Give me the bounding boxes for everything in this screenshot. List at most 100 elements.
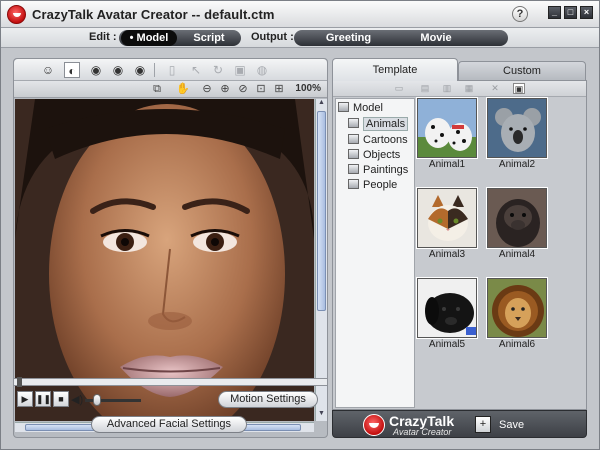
delete-icon[interactable]: ✕ (489, 83, 501, 94)
tree-root[interactable]: Model (338, 101, 383, 115)
tab-model[interactable]: Model (121, 30, 177, 46)
eye-blink-icon[interactable]: ◉ (132, 62, 148, 78)
eye-mask-icon[interactable]: ◉ (110, 62, 126, 78)
tree-item-cartoons[interactable]: Cartoons (348, 133, 408, 147)
fit-window-icon[interactable]: ⊡ (254, 82, 268, 96)
face-tools-toolbar: ☺ ◐ ◉ ◉ ◉ ▯ ↖ ↻ ▣ ◍ (14, 59, 327, 81)
add-icon[interactable]: ▤ (419, 83, 431, 94)
actual-size-icon[interactable]: ⊞ (272, 82, 286, 96)
paste-icon[interactable]: ▦ (463, 83, 475, 94)
mode-bar: Edit : Model Script Output : Greeting Mo… (1, 28, 599, 48)
template-thumbnail[interactable]: Animal6 (486, 277, 548, 350)
template-gallery: Animal1 Animal2 Animal3 Animal4 Animal5 … (416, 97, 585, 408)
tree-item-animals[interactable]: Animals (348, 117, 409, 131)
folder-icon (348, 164, 359, 174)
folder-icon (338, 102, 349, 112)
maximize-button[interactable]: □ (564, 6, 577, 19)
brand-subtitle: Avatar Creator (393, 427, 452, 437)
template-label: Animal1 (428, 159, 466, 170)
tree-item-label: Cartoons (363, 134, 408, 146)
library-toolbar: ▭ ▤ ▥ ▦ ✕ ▣ (333, 81, 586, 97)
toolbar-separator (154, 63, 155, 77)
timeline-knob[interactable] (17, 377, 22, 387)
template-label: Animal2 (498, 159, 536, 170)
rotate-icon[interactable]: ↻ (210, 62, 226, 78)
stop-icon[interactable]: ■ (53, 391, 69, 407)
face-orientation-icon[interactable]: ◐ (64, 62, 80, 78)
title-bar[interactable]: CrazyTalk Avatar Creator -- default.ctm … (1, 1, 599, 28)
output-label: Output : (251, 31, 294, 43)
template-thumbnail[interactable]: Animal3 (416, 187, 478, 260)
tab-template[interactable]: Template (332, 58, 458, 81)
save-button[interactable]: Save (499, 419, 524, 431)
template-label: Animal5 (428, 339, 466, 350)
tab-custom[interactable]: Custom (458, 61, 586, 80)
cat-icon (416, 187, 478, 249)
reset-icon[interactable]: ⊘ (236, 82, 250, 96)
template-library-panel: Template Custom ▭ ▤ ▥ ▦ ✕ ▣ Model Animal… (332, 58, 587, 438)
close-button[interactable]: × (580, 6, 593, 19)
zoom-level: 100% (295, 83, 321, 94)
folder-icon (348, 149, 359, 159)
folder-icon (348, 118, 359, 128)
tree-item-objects[interactable]: Objects (348, 148, 400, 162)
koala-icon (486, 97, 548, 159)
vertical-scrollbar[interactable]: ▲ ▼ (315, 99, 327, 421)
tree-item-label: Objects (363, 149, 401, 161)
category-tree: Model Animals Cartoons Objects Paintings… (335, 98, 415, 408)
advanced-facial-settings-button[interactable]: Advanced Facial Settings (91, 416, 247, 433)
eye-setting-icon[interactable]: ◉ (88, 62, 104, 78)
face-fitting-icon[interactable]: ☺ (40, 62, 56, 78)
thumbnail-view-icon[interactable]: ▣ (513, 83, 525, 94)
dalmatians-icon (416, 97, 478, 159)
scroll-down-icon[interactable]: ▼ (317, 410, 326, 420)
preview-timeline[interactable] (13, 377, 328, 387)
folder-icon (348, 134, 359, 144)
fit-view-icon[interactable]: ⧉ (150, 82, 164, 96)
template-thumbnail[interactable]: Animal4 (486, 187, 548, 260)
template-thumbnail[interactable]: Animal1 (416, 97, 478, 170)
pan-hand-icon[interactable]: ✋ (176, 82, 190, 96)
tree-item-paintings[interactable]: Paintings (348, 163, 408, 177)
save-icon[interactable]: + (475, 416, 491, 433)
volume-knob[interactable] (93, 394, 101, 406)
play-icon[interactable]: ▶ (17, 391, 33, 407)
template-label: Animal6 (498, 339, 536, 350)
app-window: CrazyTalk Avatar Creator -- default.ctm … (0, 0, 600, 450)
minimize-button[interactable]: _ (548, 6, 561, 19)
tree-item-label: Animals (363, 117, 409, 131)
vertical-scroll-thumb[interactable] (317, 111, 326, 311)
lion-icon (486, 277, 548, 339)
volume-icon: ◀) (71, 394, 84, 406)
template-thumbnail[interactable]: Animal2 (486, 97, 548, 170)
template-browser: ▭ ▤ ▥ ▦ ✕ ▣ Model Animals Cartoons Objec… (332, 80, 587, 410)
pointer-icon[interactable]: ↖ (188, 62, 204, 78)
folder-icon (348, 179, 359, 189)
tree-item-label: People (363, 179, 398, 191)
brand-footer: CrazyTalk Avatar Creator + Save (332, 410, 587, 438)
crazytalk-logo-icon (7, 5, 26, 24)
background-icon[interactable]: ▣ (232, 62, 248, 78)
transport-controls: ▶ ❚❚ ■ ◀) Motion Settings (13, 389, 328, 410)
template-thumbnail[interactable]: Animal5 (416, 277, 478, 350)
tab-greeting[interactable]: Greeting (301, 30, 396, 46)
black-dog-icon (416, 277, 478, 339)
zoom-out-icon[interactable]: ⊖ (200, 82, 214, 96)
window-title: CrazyTalk Avatar Creator -- default.ctm (32, 7, 275, 22)
zoom-in-icon[interactable]: ⊕ (218, 82, 232, 96)
open-folder-icon[interactable]: ▭ (393, 83, 405, 94)
view-tools-toolbar: ⧉ ✋ ⊖ ⊕ ⊘ ⊡ ⊞ 100% (14, 81, 327, 98)
help-button[interactable]: ? (512, 6, 528, 22)
gorilla-icon (486, 187, 548, 249)
motion-settings-button[interactable]: Motion Settings (218, 391, 318, 408)
template-label: Animal3 (428, 249, 466, 260)
tab-script[interactable]: Script (181, 30, 237, 46)
mask-icon[interactable]: ◍ (254, 62, 270, 78)
copy-icon[interactable]: ▥ (441, 83, 453, 94)
tree-item-people[interactable]: People (348, 178, 397, 192)
mouth-setting-icon[interactable]: ▯ (164, 62, 180, 78)
scroll-up-icon[interactable]: ▲ (317, 99, 326, 109)
pause-icon[interactable]: ❚❚ (35, 391, 51, 407)
face-preview-canvas[interactable] (15, 99, 314, 421)
tab-movie[interactable]: Movie (401, 30, 471, 46)
